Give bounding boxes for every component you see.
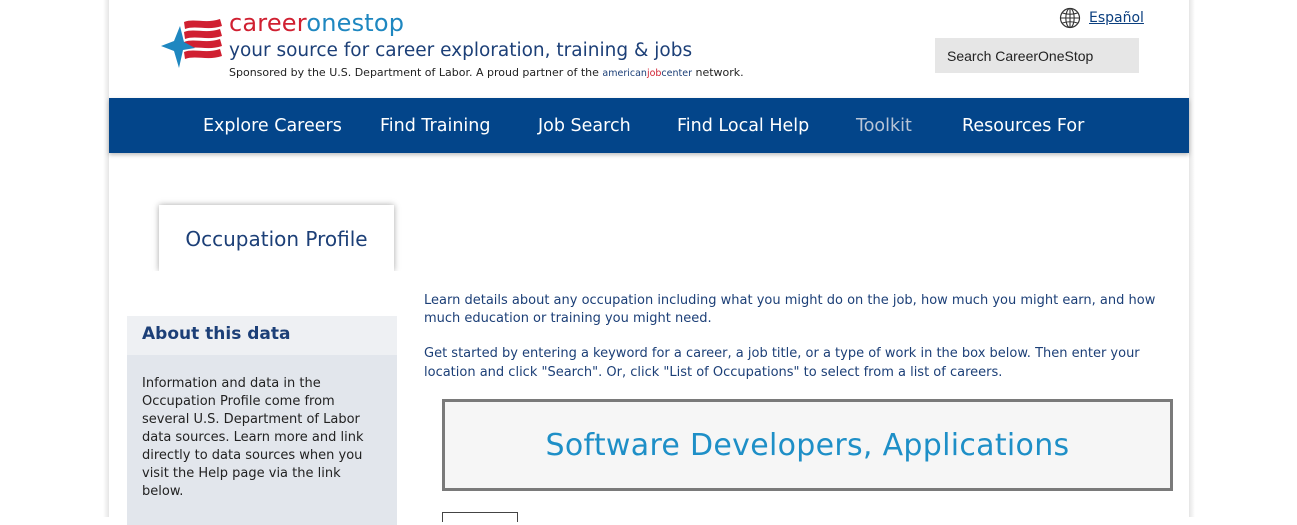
nav-resources-for[interactable]: Resources For [962, 98, 1084, 153]
sponsor-suffix: network. [695, 66, 744, 79]
tab-shadow-cover [153, 271, 403, 281]
espanol-link[interactable]: Español [1089, 10, 1144, 26]
tagline: your source for career exploration, trai… [229, 40, 693, 61]
language-switch[interactable]: Español [1059, 7, 1144, 29]
american-job-center-logo[interactable]: americanjobcenter [602, 68, 692, 79]
tab-label: Occupation Profile [185, 227, 368, 251]
nav-find-local-help[interactable]: Find Local Help [677, 98, 809, 153]
brand-career: career [229, 9, 307, 37]
nav-find-training[interactable]: Find Training [380, 98, 490, 153]
page-shadow-right [1189, 0, 1195, 517]
nav-explore-careers[interactable]: Explore Careers [203, 98, 342, 153]
intro-paragraph-2: Get started by entering a keyword for a … [424, 346, 1140, 380]
ajc-job: job [646, 68, 662, 79]
main-nav: Explore Careers Find Training Job Search… [109, 98, 1189, 153]
page-container: careeronestop your source for career exp… [109, 0, 1189, 525]
brand-name[interactable]: careeronestop [229, 9, 404, 37]
brand-onestop: onestop [306, 9, 405, 37]
tab-occupation-profile[interactable]: Occupation Profile [159, 205, 394, 271]
intro-paragraph-1: Learn details about any occupation inclu… [424, 293, 1156, 327]
sponsor-line: Sponsored by the U.S. Department of Labo… [229, 66, 744, 79]
intro-text: Learn details about any occupation inclu… [424, 292, 1164, 399]
sponsor-text: Sponsored by the U.S. Department of Labo… [229, 66, 599, 79]
ajc-center: center [661, 68, 692, 79]
about-data-body: Information and data in the Occupation P… [127, 355, 397, 525]
occupation-title-box: Software Developers, Applications [442, 399, 1173, 491]
occupation-title: Software Developers, Applications [545, 428, 1070, 463]
nav-toolkit[interactable]: Toolkit [856, 98, 912, 153]
partial-button[interactable] [442, 512, 518, 522]
globe-icon [1059, 7, 1081, 29]
ajc-american: american [602, 68, 647, 79]
careeronestop-logo-icon[interactable] [160, 14, 224, 70]
site-search-input[interactable]: Search CareerOneStop [935, 38, 1139, 73]
nav-job-search[interactable]: Job Search [538, 98, 631, 153]
about-data-heading: About this data [127, 316, 397, 355]
